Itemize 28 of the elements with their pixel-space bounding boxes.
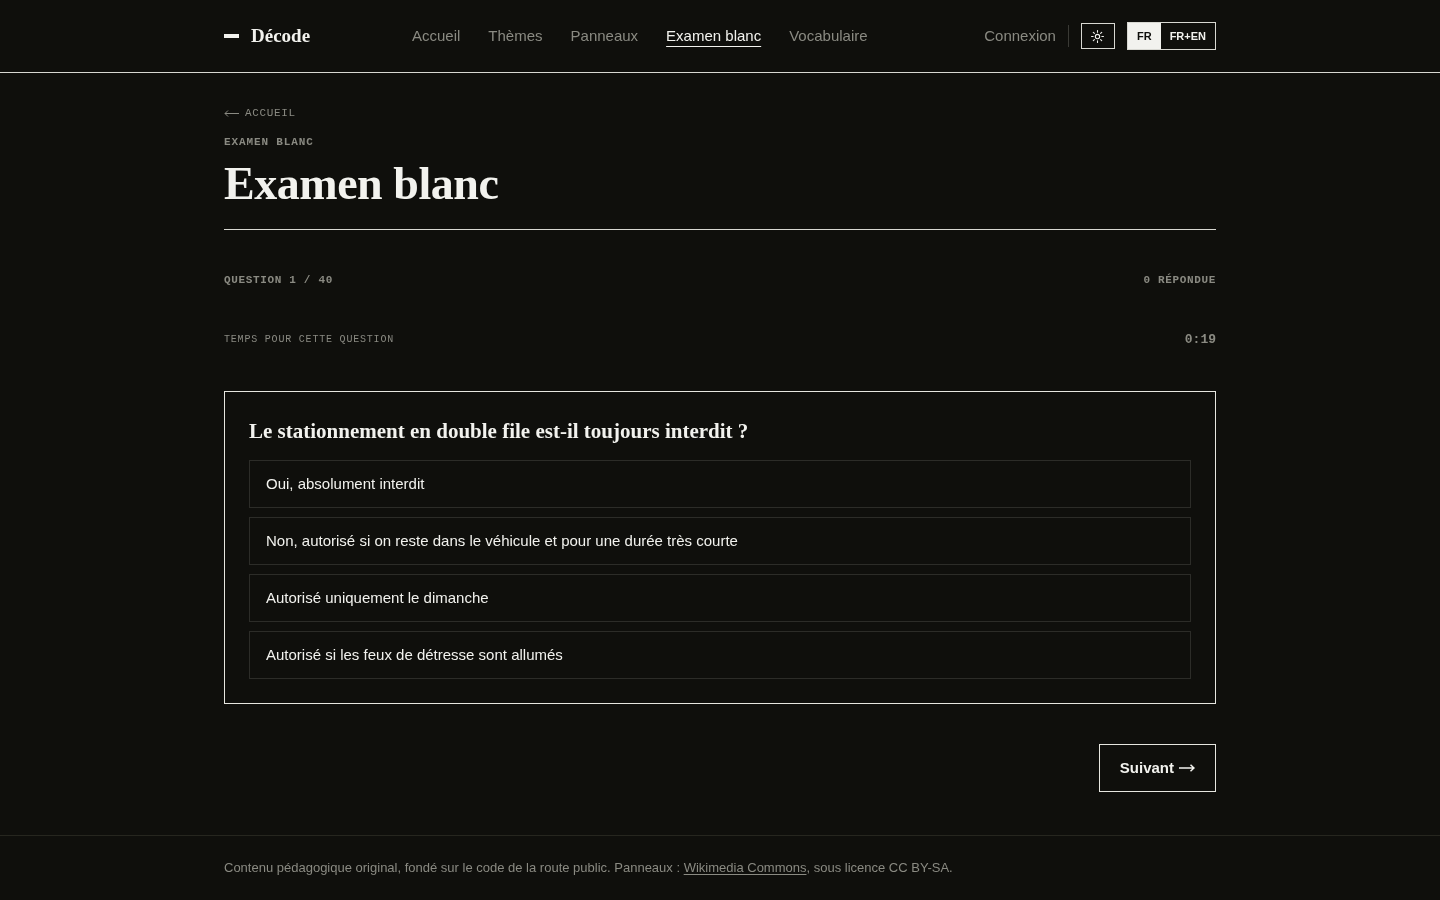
theme-toggle-button[interactable] (1080, 23, 1115, 49)
question-counter: QUESTION 1 / 40 (224, 273, 333, 288)
answer-option[interactable]: Autorisé si les feux de détresse sont allumés (249, 631, 1191, 679)
nav-link[interactable]: Vocabulaire (789, 24, 868, 48)
footer-note: Contenu pédagogique original, fondé sur le code de la route public. Panneaux : Wikimedia Commons, sous licence CC BY-SA. (224, 859, 953, 878)
login-link[interactable]: Connexion (984, 24, 1056, 48)
question-text: Le stationnement en double file est-il toujours interdit ? (249, 418, 749, 445)
language-option[interactable]: FR (1127, 23, 1161, 49)
answer-option[interactable]: Oui, absolument interdit (249, 460, 1191, 508)
eyebrow-label: EXAMEN BLANC (224, 134, 314, 150)
nav-link[interactable]: Thèmes (488, 24, 543, 48)
language-option[interactable]: FR+EN (1160, 23, 1215, 49)
logo-dash-icon (224, 34, 239, 38)
nav-link[interactable]: Panneaux (570, 24, 639, 48)
page-title: Examen blanc (224, 157, 499, 211)
next-button[interactable]: Suivant (1098, 744, 1216, 792)
arrow-left-icon (224, 109, 239, 117)
timer-value: 0:19 (1184, 330, 1216, 349)
timer-label: TEMPS POUR CETTE QUESTION (224, 332, 395, 347)
answer-option[interactable]: Non, autorisé si on reste dans le véhicule et pour une durée très courte (249, 517, 1191, 565)
arrow-right-icon (1179, 764, 1195, 772)
sun-icon (1091, 29, 1105, 43)
answered-count: 0 RÉPONDUE (1143, 272, 1216, 288)
nav-link[interactable]: Accueil (412, 24, 461, 48)
back-link[interactable]: ACCUEIL (224, 105, 296, 122)
logo-text[interactable]: Décode (251, 21, 311, 51)
answer-option[interactable]: Autorisé uniquement le dimanche (249, 574, 1191, 622)
nav-link[interactable]: Examen blanc (666, 24, 762, 48)
